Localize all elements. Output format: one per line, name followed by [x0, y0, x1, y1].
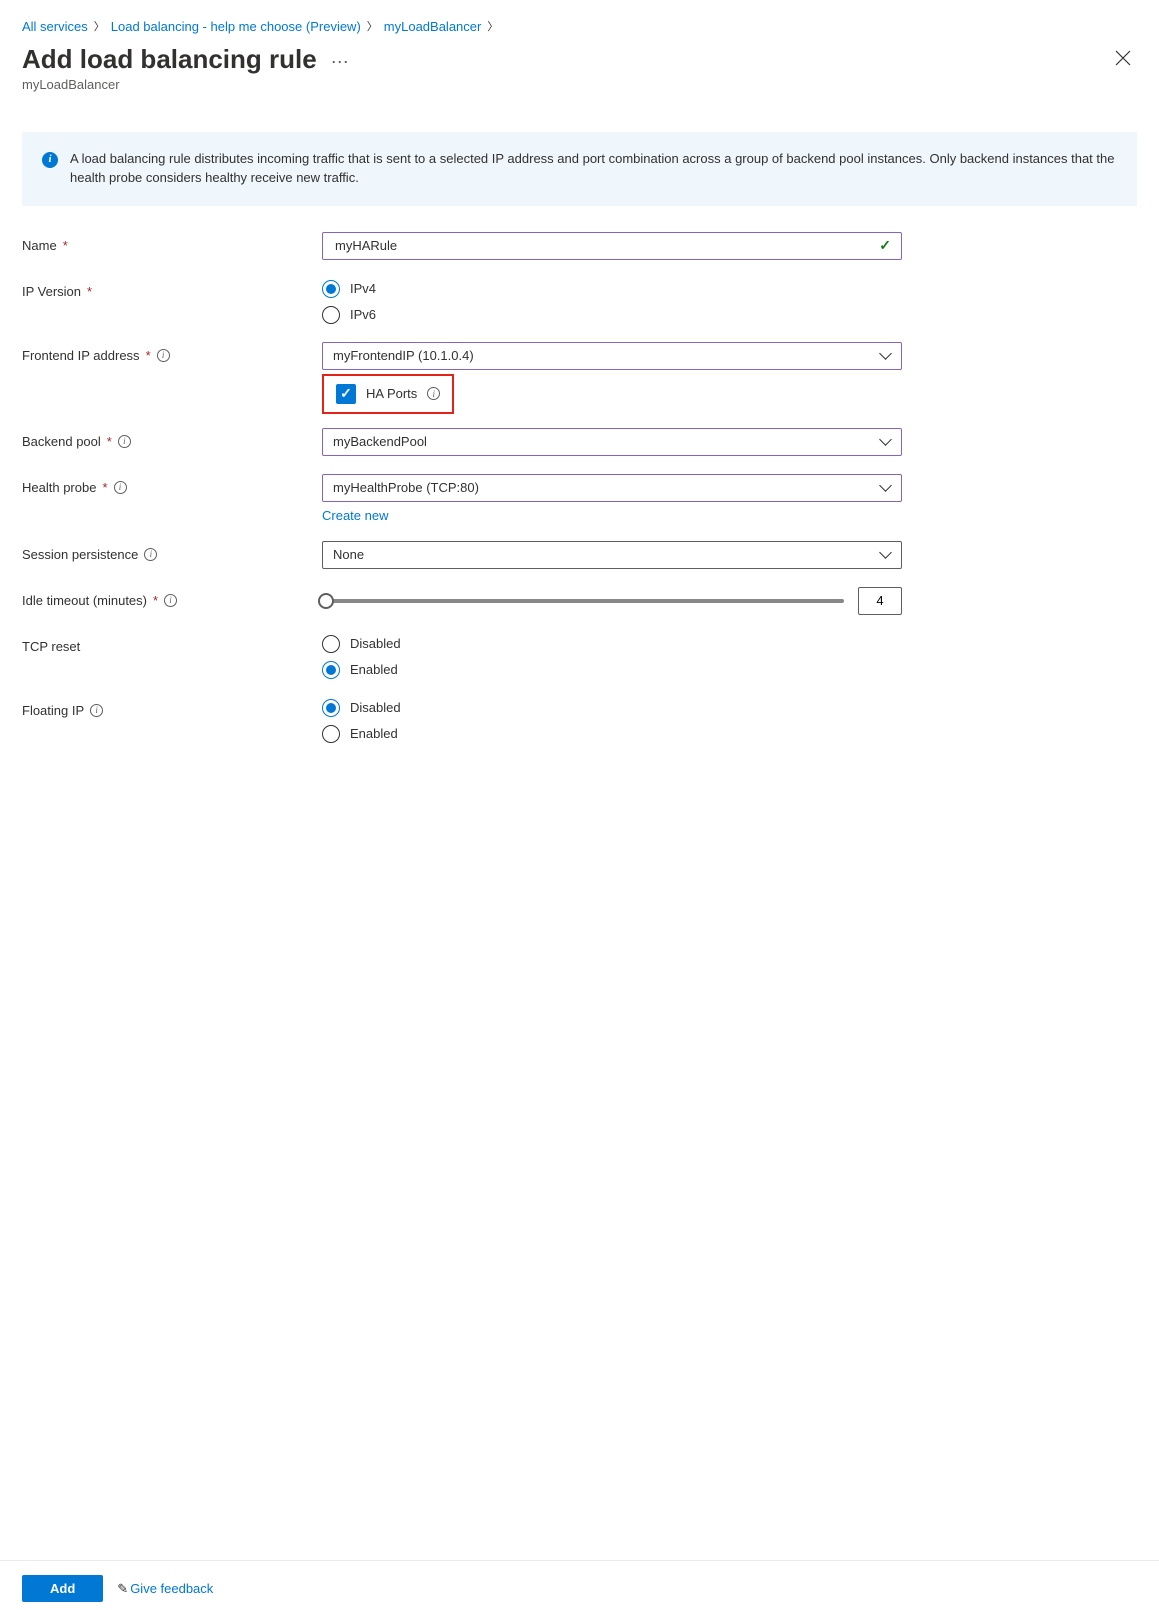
radio-icon — [322, 280, 340, 298]
footer-bar: Add ✎ Give feedback — [0, 1560, 1159, 1610]
backend-pool-select[interactable]: myBackendPool — [322, 428, 902, 456]
name-label: Name — [22, 238, 57, 253]
chevron-right-icon: 〉 — [94, 18, 105, 34]
select-value: None — [333, 547, 364, 562]
radio-label: IPv6 — [350, 307, 376, 322]
name-input[interactable]: ✓ — [322, 232, 902, 260]
more-icon[interactable]: ⋯ — [331, 46, 350, 73]
radio-label: Disabled — [350, 700, 401, 715]
valid-check-icon: ✓ — [879, 237, 891, 254]
chevron-right-icon: 〉 — [367, 18, 378, 34]
info-hint-icon[interactable]: i — [118, 435, 131, 448]
tcp-reset-enabled-radio[interactable]: Enabled — [322, 661, 902, 679]
info-hint-icon[interactable]: i — [114, 481, 127, 494]
radio-label: Enabled — [350, 726, 398, 741]
info-hint-icon[interactable]: i — [144, 548, 157, 561]
required-indicator: * — [102, 480, 107, 495]
info-hint-icon[interactable]: i — [427, 387, 440, 400]
breadcrumb: All services 〉 Load balancing - help me … — [22, 18, 1137, 34]
health-probe-select[interactable]: myHealthProbe (TCP:80) — [322, 474, 902, 502]
select-value: myFrontendIP (10.1.0.4) — [333, 348, 474, 363]
chevron-down-icon — [881, 550, 891, 560]
radio-icon — [322, 306, 340, 324]
tcp-reset-label: TCP reset — [22, 639, 80, 654]
ip-version-ipv6-radio[interactable]: IPv6 — [322, 306, 902, 324]
tcp-reset-radio-group: Disabled Enabled — [322, 633, 902, 679]
chevron-down-icon — [881, 351, 891, 361]
radio-label: IPv4 — [350, 281, 376, 296]
radio-icon — [322, 661, 340, 679]
ip-version-ipv4-radio[interactable]: IPv4 — [322, 280, 902, 298]
chevron-down-icon — [881, 437, 891, 447]
ha-ports-label: HA Ports — [366, 386, 417, 401]
idle-timeout-label: Idle timeout (minutes) — [22, 593, 147, 608]
frontend-ip-label: Frontend IP address — [22, 348, 140, 363]
radio-label: Disabled — [350, 636, 401, 651]
floating-ip-enabled-radio[interactable]: Enabled — [322, 725, 902, 743]
info-banner: i A load balancing rule distributes inco… — [22, 132, 1137, 206]
breadcrumb-item[interactable]: Load balancing - help me choose (Preview… — [111, 19, 361, 34]
tcp-reset-disabled-radio[interactable]: Disabled — [322, 635, 902, 653]
backend-pool-label: Backend pool — [22, 434, 101, 449]
give-feedback-link[interactable]: ✎ Give feedback — [117, 1581, 213, 1597]
page-subtitle: myLoadBalancer — [22, 77, 350, 92]
idle-timeout-slider[interactable] — [322, 599, 844, 603]
floating-ip-radio-group: Disabled Enabled — [322, 697, 902, 743]
required-indicator: * — [87, 284, 92, 299]
breadcrumb-item[interactable]: All services — [22, 19, 88, 34]
idle-timeout-value-input[interactable] — [858, 587, 902, 615]
ha-ports-checkbox[interactable] — [336, 384, 356, 404]
select-value: myHealthProbe (TCP:80) — [333, 480, 479, 495]
feedback-label: Give feedback — [130, 1581, 213, 1596]
required-indicator: * — [153, 593, 158, 608]
chevron-right-icon: 〉 — [487, 18, 498, 34]
info-hint-icon[interactable]: i — [157, 349, 170, 362]
ip-version-radio-group: IPv4 IPv6 — [322, 278, 902, 324]
required-indicator: * — [146, 348, 151, 363]
session-persistence-select[interactable]: None — [322, 541, 902, 569]
select-value: myBackendPool — [333, 434, 427, 449]
floating-ip-label: Floating IP — [22, 703, 84, 718]
radio-icon — [322, 635, 340, 653]
frontend-ip-select[interactable]: myFrontendIP (10.1.0.4) — [322, 342, 902, 370]
info-banner-text: A load balancing rule distributes incomi… — [70, 150, 1117, 188]
create-new-link[interactable]: Create new — [322, 508, 388, 523]
name-input-field[interactable] — [333, 233, 879, 259]
feedback-icon: ✎ — [117, 1581, 128, 1597]
chevron-down-icon — [881, 483, 891, 493]
ip-version-label: IP Version — [22, 284, 81, 299]
close-icon[interactable] — [1109, 44, 1137, 75]
floating-ip-disabled-radio[interactable]: Disabled — [322, 699, 902, 717]
breadcrumb-item[interactable]: myLoadBalancer — [384, 19, 482, 34]
ha-ports-highlight: HA Ports i — [322, 374, 454, 414]
info-hint-icon[interactable]: i — [90, 704, 103, 717]
add-button[interactable]: Add — [22, 1575, 103, 1602]
required-indicator: * — [63, 238, 68, 253]
page-title: Add load balancing rule — [22, 44, 317, 75]
info-hint-icon[interactable]: i — [164, 594, 177, 607]
slider-thumb[interactable] — [318, 593, 334, 609]
radio-label: Enabled — [350, 662, 398, 677]
required-indicator: * — [107, 434, 112, 449]
session-persistence-label: Session persistence — [22, 547, 138, 562]
info-icon: i — [42, 152, 58, 168]
health-probe-label: Health probe — [22, 480, 96, 495]
radio-icon — [322, 699, 340, 717]
radio-icon — [322, 725, 340, 743]
